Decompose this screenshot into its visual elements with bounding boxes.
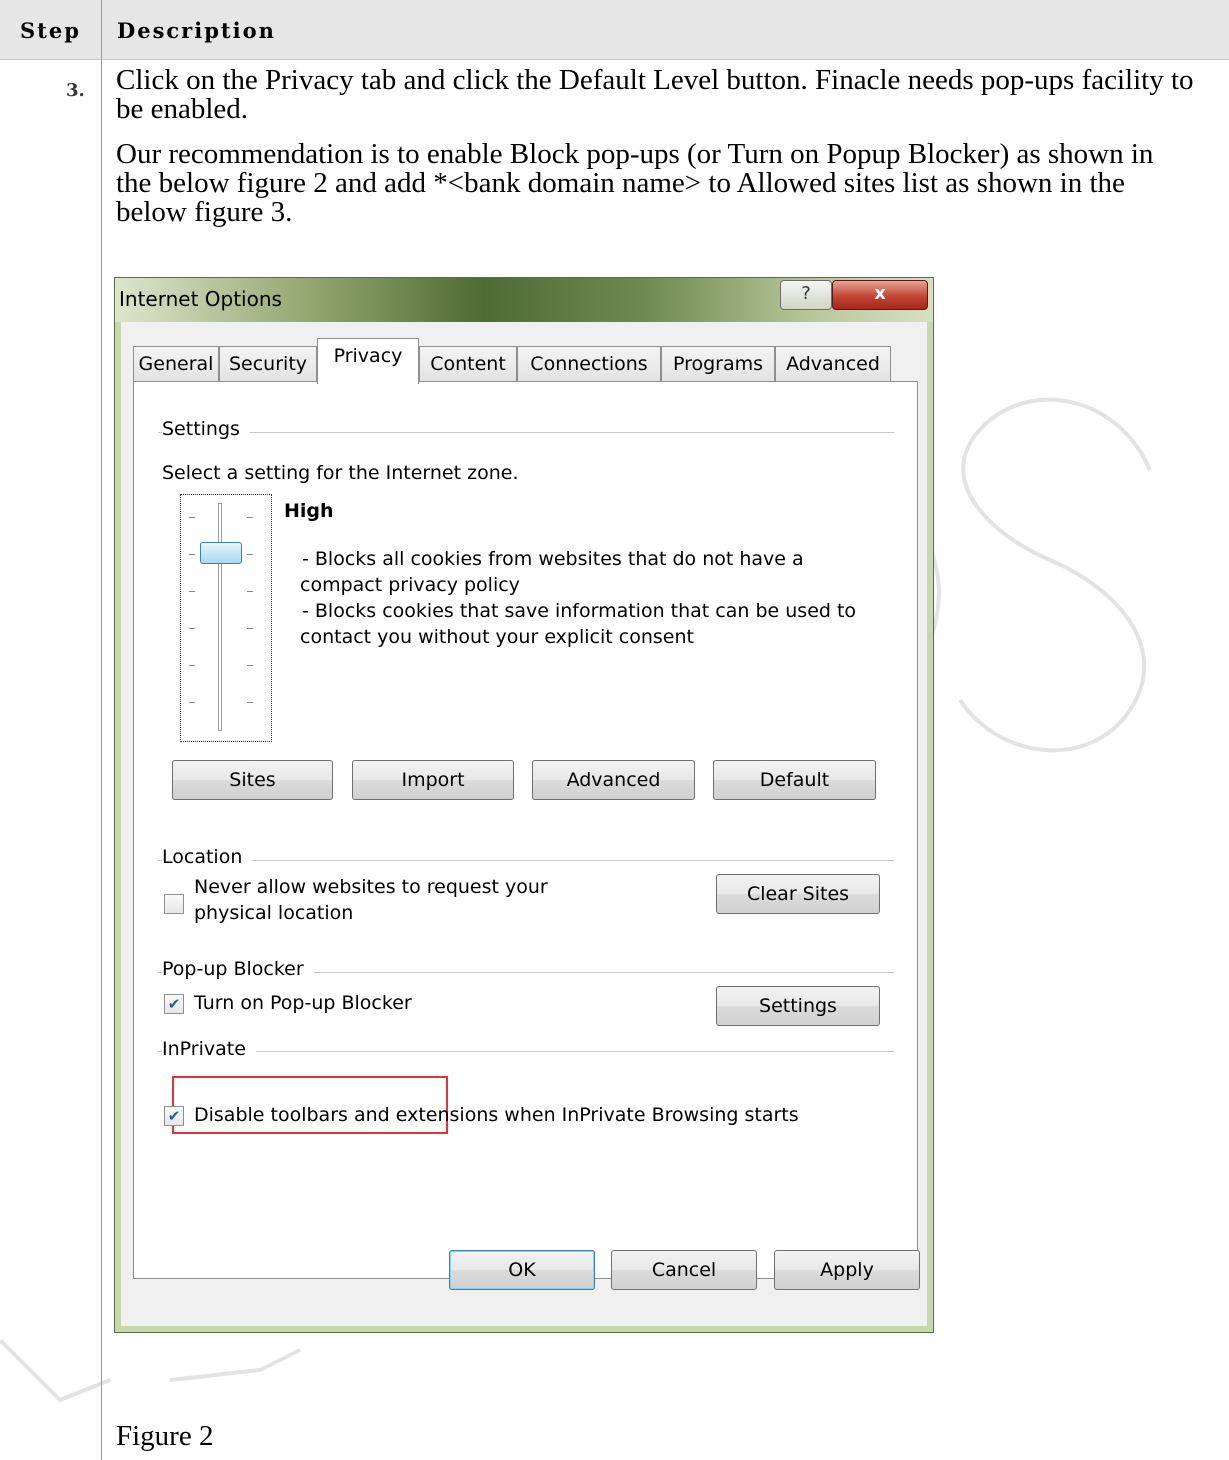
tab-privacy[interactable]: Privacy — [317, 338, 419, 384]
tab-general[interactable]: General — [133, 346, 219, 382]
default-button[interactable]: Default — [713, 760, 876, 800]
apply-button[interactable]: Apply — [774, 1250, 920, 1290]
inprivate-divider — [158, 1051, 894, 1052]
privacy-level-desc-1: - Blocks all cookies from websites that … — [302, 548, 804, 570]
popup-settings-button[interactable]: Settings — [716, 986, 880, 1026]
never-allow-location-label-1: Never allow websites to request your — [194, 876, 548, 898]
clear-sites-button[interactable]: Clear Sites — [716, 874, 880, 914]
popup-blocker-label: Turn on Pop-up Blocker — [194, 992, 412, 1014]
help-button[interactable]: ? — [780, 280, 832, 310]
column-divider — [101, 0, 102, 1460]
inprivate-label: Disable toolbars and extensions when InP… — [194, 1104, 799, 1126]
location-group-label: Location — [162, 846, 253, 868]
inprivate-checkbox[interactable]: ✔ — [164, 1106, 184, 1126]
table-header: Step Description — [0, 0, 1229, 60]
sites-button[interactable]: Sites — [172, 760, 333, 800]
location-divider — [158, 860, 894, 861]
privacy-panel: Settings Select a setting for the Intern… — [133, 381, 918, 1279]
cancel-button[interactable]: Cancel — [611, 1250, 757, 1290]
privacy-level-slider[interactable] — [180, 494, 272, 742]
settings-divider — [158, 432, 894, 433]
tab-advanced[interactable]: Advanced — [775, 346, 891, 382]
instruction-paragraph-1: Click on the Privacy tab and click the D… — [116, 64, 1194, 125]
instruction-paragraph-2: Our recommendation is to enable Block po… — [116, 138, 1154, 228]
privacy-level-desc-2: compact privacy policy — [300, 574, 520, 596]
tab-connections[interactable]: Connections — [517, 346, 661, 382]
step-number: 3. — [66, 80, 85, 101]
close-button[interactable]: x — [832, 280, 928, 310]
advanced-button[interactable]: Advanced — [532, 760, 695, 800]
tab-programs[interactable]: Programs — [661, 346, 775, 382]
internet-options-dialog: Internet Options ? x General Security Pr… — [114, 277, 934, 1333]
tab-security[interactable]: Security — [219, 346, 317, 382]
import-button[interactable]: Import — [352, 760, 514, 800]
slider-thumb[interactable] — [200, 542, 242, 564]
figure-caption: Figure 2 — [116, 1420, 214, 1452]
header-step: Step — [20, 18, 81, 43]
settings-group-label: Settings — [162, 418, 250, 440]
ok-button[interactable]: OK — [449, 1250, 595, 1290]
never-allow-location-label-2: physical location — [194, 902, 354, 924]
privacy-level-desc-4: contact you without your explicit consen… — [300, 626, 694, 648]
privacy-level-name: High — [284, 500, 334, 522]
popup-blocker-group-label: Pop-up Blocker — [162, 958, 314, 980]
privacy-level-desc-3: - Blocks cookies that save information t… — [302, 600, 857, 622]
dialog-titlebar[interactable]: Internet Options ? x — [115, 278, 933, 322]
dialog-title: Internet Options — [119, 287, 282, 311]
header-description: Description — [117, 18, 276, 43]
never-allow-location-checkbox[interactable] — [164, 894, 184, 914]
dialog-body: General Security Privacy Content Connect… — [121, 322, 927, 1326]
slider-track — [218, 503, 222, 731]
tab-content[interactable]: Content — [419, 346, 517, 382]
inprivate-group-label: InPrivate — [162, 1038, 256, 1060]
settings-prompt: Select a setting for the Internet zone. — [162, 462, 519, 484]
popup-blocker-checkbox[interactable]: ✔ — [164, 994, 184, 1014]
